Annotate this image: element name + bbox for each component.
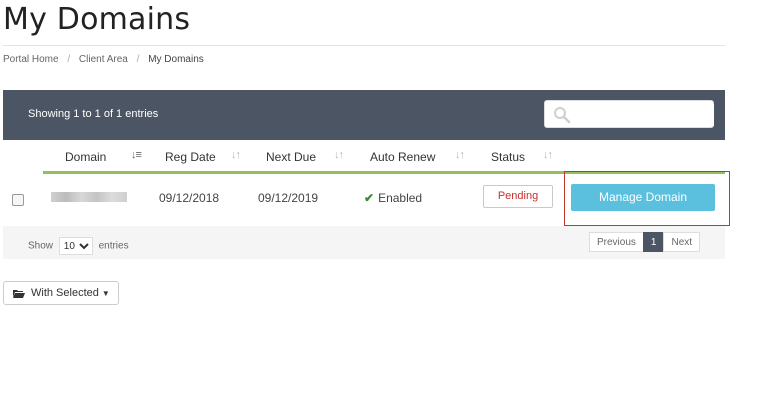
- check-icon: ✔: [364, 191, 375, 205]
- entries-info: Showing 1 to 1 of 1 entries: [28, 108, 159, 120]
- search-input[interactable]: [575, 104, 714, 126]
- column-header-next-due[interactable]: Next Due ↓↑: [252, 142, 353, 174]
- page-title: My Domains: [3, 2, 191, 37]
- sort-icon: ↓↑: [231, 149, 241, 161]
- breadcrumb-portal-home[interactable]: Portal Home: [3, 54, 59, 65]
- breadcrumb-client-area[interactable]: Client Area: [79, 54, 128, 65]
- reg-date-cell: 09/12/2018: [159, 191, 220, 205]
- pagination-previous[interactable]: Previous: [589, 232, 644, 252]
- pagination-next[interactable]: Next: [663, 232, 701, 252]
- column-header-auto-renew[interactable]: Auto Renew ↓↑: [353, 142, 475, 174]
- pagination: Previous 1 Next: [589, 232, 701, 252]
- column-header-reg-date[interactable]: Reg Date ↓↑: [151, 142, 252, 174]
- sort-icon: ↓≡: [131, 149, 142, 161]
- search-box[interactable]: [544, 100, 714, 128]
- domain-name-redacted[interactable]: [51, 192, 127, 202]
- table-row: 09/12/2018 09/12/2019 ✔ Enabled Pending M…: [3, 171, 730, 226]
- status-badge: Pending: [483, 185, 553, 208]
- auto-renew-cell: ✔ Enabled: [364, 191, 423, 205]
- pagination-page-1[interactable]: 1: [642, 232, 665, 252]
- caret-down-icon: ▼: [101, 288, 110, 298]
- page-size-control: Show 10 entries: [28, 237, 129, 255]
- column-header-actions: [565, 142, 725, 174]
- breadcrumb-separator: /: [67, 54, 71, 65]
- folder-open-icon: [13, 289, 25, 298]
- breadcrumb-current: My Domains: [148, 54, 204, 65]
- sort-icon: ↓↑: [543, 149, 553, 161]
- sort-icon: ↓↑: [455, 149, 465, 161]
- manage-domain-button[interactable]: Manage Domain: [571, 184, 715, 211]
- with-selected-button[interactable]: With Selected ▼: [3, 281, 119, 305]
- search-icon: [554, 107, 571, 124]
- table-toolbar: Showing 1 to 1 of 1 entries: [3, 90, 725, 140]
- column-header-status[interactable]: Status ↓↑: [475, 142, 565, 174]
- table-footer: Show 10 entries Previous 1 Next: [3, 226, 725, 259]
- breadcrumb: Portal Home / Client Area / My Domains: [3, 54, 204, 65]
- sort-icon: ↓↑: [334, 149, 344, 161]
- next-due-cell: 09/12/2019: [258, 191, 319, 205]
- title-divider: [3, 45, 725, 46]
- column-header-domain[interactable]: Domain ↓≡: [43, 142, 151, 174]
- row-checkbox[interactable]: [12, 194, 24, 206]
- page-size-select[interactable]: 10: [58, 237, 93, 255]
- breadcrumb-separator: /: [136, 54, 140, 65]
